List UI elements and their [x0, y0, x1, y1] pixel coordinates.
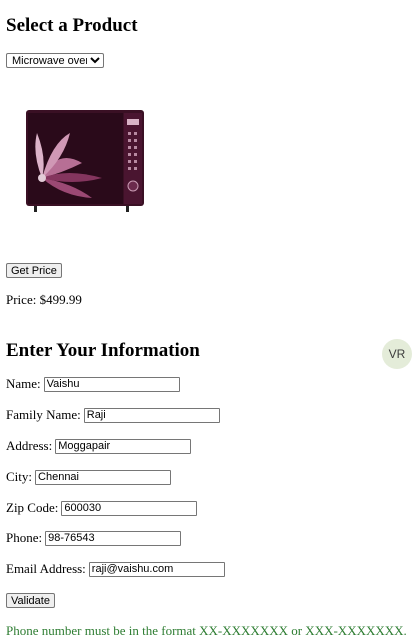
- family-name-label: Family Name:: [6, 407, 81, 422]
- address-field[interactable]: [55, 438, 192, 454]
- enter-information-heading: Enter Your Information: [6, 340, 200, 361]
- email-label: Email Address:: [6, 561, 86, 576]
- family-name-field[interactable]: [83, 407, 220, 423]
- name-row: Name:: [6, 376, 180, 392]
- price-text: Price: $499.99: [6, 292, 82, 307]
- city-row: City:: [6, 469, 172, 485]
- zip-code-row: Zip Code:: [6, 500, 198, 516]
- address-label: Address:: [6, 438, 53, 453]
- select-product-heading: Select a Product: [6, 15, 138, 36]
- phone-row: Phone:: [6, 530, 182, 546]
- validate-button[interactable]: Validate: [6, 593, 55, 608]
- phone-field[interactable]: [45, 530, 182, 546]
- product-select[interactable]: Microwave oven: [6, 53, 104, 68]
- name-field[interactable]: [43, 376, 180, 392]
- email-field[interactable]: [88, 561, 225, 577]
- family-name-row: Family Name:: [6, 407, 220, 423]
- address-row: Address:: [6, 438, 192, 454]
- get-price-button[interactable]: Get Price: [6, 263, 62, 278]
- zip-code-label: Zip Code:: [6, 500, 59, 515]
- avatar[interactable]: VR: [382, 339, 412, 369]
- phone-label: Phone:: [6, 530, 43, 545]
- zip-code-field[interactable]: [61, 500, 198, 516]
- validation-message: Phone number must be in the format XX-XX…: [6, 623, 407, 638]
- product-image: [12, 88, 155, 231]
- name-label: Name:: [6, 376, 41, 391]
- city-field[interactable]: [35, 469, 172, 485]
- city-label: City:: [6, 469, 33, 484]
- email-row: Email Address:: [6, 561, 225, 577]
